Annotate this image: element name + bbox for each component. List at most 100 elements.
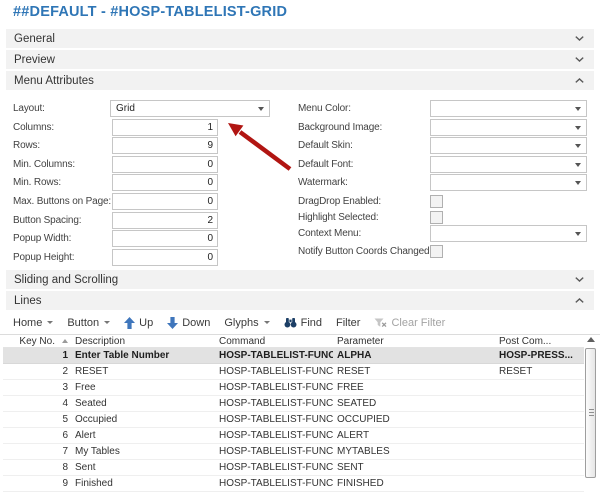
toolbar-item-clear-filter[interactable]: Clear Filter <box>367 312 452 333</box>
column-header-post-com[interactable]: Post Com... <box>495 336 573 347</box>
toolbar-item-label: Glyphs <box>224 317 258 329</box>
dropdown-caret-icon <box>258 107 264 111</box>
table-row[interactable]: 1Enter Table NumberHOSP-TABLELIST-FUNCAL… <box>3 348 584 364</box>
field-input-min-columns[interactable] <box>112 156 218 173</box>
column-header-label: Description <box>75 336 125 347</box>
page: ##DEFAULT - #HOSP-TABLELIST-GRID General… <box>0 0 600 502</box>
table-row[interactable]: 9FinishedHOSP-TABLELIST-FUNCFINISHED <box>3 476 584 492</box>
table-row[interactable]: 7My TablesHOSP-TABLELIST-FUNCMYTABLES <box>3 444 584 460</box>
chevron-down-icon <box>575 36 584 41</box>
toolbar-item-filter[interactable]: Filter <box>329 312 367 333</box>
cell-command: HOSP-TABLELIST-FUNC <box>215 430 333 441</box>
cell-parameter: MYTABLES <box>333 446 495 457</box>
lines-table: Key No. Description CommandParameter Post C… <box>0 334 600 502</box>
section-header-general[interactable]: General <box>6 29 594 48</box>
field-dropdown-menu-color[interactable] <box>430 100 587 117</box>
field-dropdown-default-skin[interactable] <box>430 137 587 154</box>
field-label-popup-height: Popup Height: <box>13 249 74 266</box>
section-header-menu-attributes[interactable]: Menu Attributes <box>6 71 594 90</box>
section-label: General <box>14 33 55 45</box>
table-header-row: Key No. Description CommandParameter Post C… <box>3 335 584 348</box>
cell-command: HOSP-TABLELIST-FUNC <box>215 478 333 489</box>
section-header-sliding-and-scrolling[interactable]: Sliding and Scrolling <box>6 270 594 289</box>
section-header-lines[interactable]: Lines <box>6 291 594 310</box>
cell-description: Enter Table Number <box>68 350 215 361</box>
column-header-label: Post Com... <box>499 336 551 347</box>
table-row[interactable]: 6AlertHOSP-TABLELIST-FUNCALERT <box>3 428 584 444</box>
field-label-min-rows: Min. Rows: <box>13 174 61 191</box>
table-row[interactable]: 5OccupiedHOSP-TABLELIST-FUNCOCCUPIED <box>3 412 584 428</box>
field-input-columns[interactable] <box>112 119 218 136</box>
field-label-context-menu: Context Menu: <box>298 225 361 242</box>
toolbar-item-down[interactable]: Down <box>160 312 217 333</box>
cell-description: Seated <box>68 398 215 409</box>
toolbar-item-label: Up <box>139 317 153 329</box>
scroll-up-icon[interactable] <box>587 337 595 342</box>
chevron-up-icon <box>575 298 584 303</box>
dropdown-caret-icon <box>575 232 581 236</box>
section-label: Sliding and Scrolling <box>14 274 118 286</box>
cell-description: Alert <box>68 430 215 441</box>
dropdown-caret-icon <box>575 163 581 167</box>
field-label-rows: Rows: <box>13 137 40 154</box>
field-dropdown-context-menu[interactable] <box>430 225 587 242</box>
column-header-key-no[interactable]: Key No. <box>3 336 68 347</box>
toolbar-item-button[interactable]: Button <box>60 312 117 333</box>
field-dropdown-watermark[interactable] <box>430 174 587 191</box>
dropdown-value: Grid <box>116 103 258 114</box>
field-checkbox-notify-button-coords-changed[interactable] <box>430 245 443 258</box>
cell-description: Occupied <box>68 414 215 425</box>
cell-parameter: SEATED <box>333 398 495 409</box>
cell-parameter: OCCUPIED <box>333 414 495 425</box>
cell-parameter: SENT <box>333 462 495 473</box>
cell-description: Sent <box>68 462 215 473</box>
menu-attributes-panel: Layout:GridColumns:Rows:Min. Columns:Min… <box>0 92 600 270</box>
field-label-notify-button-coords-changed: Notify Button Coords Changed: <box>298 243 432 260</box>
field-input-rows[interactable] <box>112 137 218 154</box>
table-row[interactable]: 4SeatedHOSP-TABLELIST-FUNCSEATED <box>3 396 584 412</box>
field-label-background-image: Background Image: <box>298 119 382 136</box>
scrollbar-thumb[interactable] <box>585 348 596 478</box>
vertical-scrollbar <box>584 335 598 502</box>
cell-description: My Tables <box>68 446 215 457</box>
cell-command: HOSP-TABLELIST-FUNC <box>215 462 333 473</box>
toolbar-item-up[interactable]: Up <box>117 312 160 333</box>
cell-command: HOSP-TABLELIST-FUNC <box>215 414 333 425</box>
field-dropdown-layout[interactable]: Grid <box>110 100 270 117</box>
table-row[interactable]: 2RESETHOSP-TABLELIST-FUNCRESETRESET <box>3 364 584 380</box>
toolbar-item-home[interactable]: Home <box>6 312 60 333</box>
cell-parameter: FREE <box>333 382 495 393</box>
field-input-max-buttons-on-page[interactable] <box>112 193 218 210</box>
toolbar-item-find[interactable]: Find <box>277 312 329 333</box>
cell-command: HOSP-TABLELIST-FUNC <box>215 446 333 457</box>
section-label: Preview <box>14 54 55 66</box>
field-dropdown-background-image[interactable] <box>430 119 587 136</box>
toolbar-item-glyphs[interactable]: Glyphs <box>217 312 276 333</box>
dropdown-caret-icon <box>575 107 581 111</box>
field-input-min-rows[interactable] <box>112 174 218 191</box>
cell-description: Free <box>68 382 215 393</box>
field-label-default-skin: Default Skin: <box>298 137 353 154</box>
section-label: Menu Attributes <box>14 75 94 87</box>
field-label-dragdrop-enabled: DragDrop Enabled: <box>298 193 381 210</box>
column-header-description[interactable]: Description <box>68 336 215 347</box>
field-input-popup-width[interactable] <box>112 230 218 247</box>
field-dropdown-default-font[interactable] <box>430 156 587 173</box>
column-header-parameter[interactable]: Parameter <box>333 336 495 347</box>
field-label-button-spacing: Button Spacing: <box>13 212 81 229</box>
section-header-preview[interactable]: Preview <box>6 50 594 69</box>
column-header-command[interactable]: Command <box>215 336 333 347</box>
field-checkbox-dragdrop-enabled[interactable] <box>430 195 443 208</box>
field-input-button-spacing[interactable] <box>112 212 218 229</box>
toolbar-item-label: Down <box>182 317 210 329</box>
field-checkbox-highlight-selected[interactable] <box>430 211 443 224</box>
cell-parameter: FINISHED <box>333 478 495 489</box>
dropdown-caret-icon <box>575 126 581 130</box>
table-row[interactable]: 8SentHOSP-TABLELIST-FUNCSENT <box>3 460 584 476</box>
field-input-popup-height[interactable] <box>112 249 218 266</box>
cell-command: HOSP-TABLELIST-FUNC <box>215 382 333 393</box>
chevron-up-icon <box>575 78 584 83</box>
field-label-default-font: Default Font: <box>298 156 353 173</box>
clear-filter-icon <box>374 318 387 328</box>
table-row[interactable]: 3FreeHOSP-TABLELIST-FUNCFREE <box>3 380 584 396</box>
